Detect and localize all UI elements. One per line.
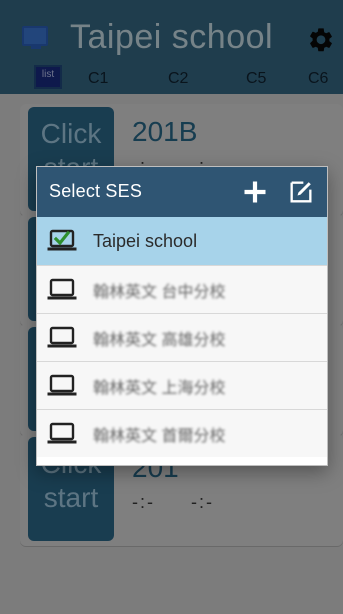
dialog-header: Select SES	[37, 167, 327, 217]
ses-item-label: 翰林英文 台中分校	[93, 283, 226, 301]
laptop-check-icon	[45, 224, 79, 258]
dialog-title: Select SES	[49, 181, 143, 201]
laptop-icon	[45, 369, 79, 403]
ses-item-label: 翰林英文 上海分校	[93, 379, 226, 397]
ses-item[interactable]: 翰林英文 首爾分校	[37, 409, 327, 457]
ses-item[interactable]: 翰林英文 高雄分校	[37, 313, 327, 361]
laptop-icon	[45, 321, 79, 355]
ses-item-label: 翰林英文 首爾分校	[93, 427, 226, 445]
ses-item[interactable]: 翰林英文 上海分校	[37, 361, 327, 409]
laptop-icon	[45, 273, 79, 307]
select-ses-dialog: Select SES Taipei school 翰林英文 台中分校 翰林英文 …	[36, 166, 328, 466]
plus-icon[interactable]	[241, 178, 269, 206]
ses-item[interactable]: Taipei school	[37, 217, 327, 265]
edit-icon[interactable]	[287, 178, 315, 206]
laptop-icon	[45, 417, 79, 451]
ses-list: Taipei school 翰林英文 台中分校 翰林英文 高雄分校 翰林英文 上…	[37, 217, 327, 457]
ses-item[interactable]: 翰林英文 台中分校	[37, 265, 327, 313]
ses-item-label: 翰林英文 高雄分校	[93, 331, 226, 349]
phone-screen: Taipei school list C1 C2 C5 C6 Click sta…	[0, 0, 343, 614]
ses-item-label: Taipei school	[93, 230, 198, 251]
